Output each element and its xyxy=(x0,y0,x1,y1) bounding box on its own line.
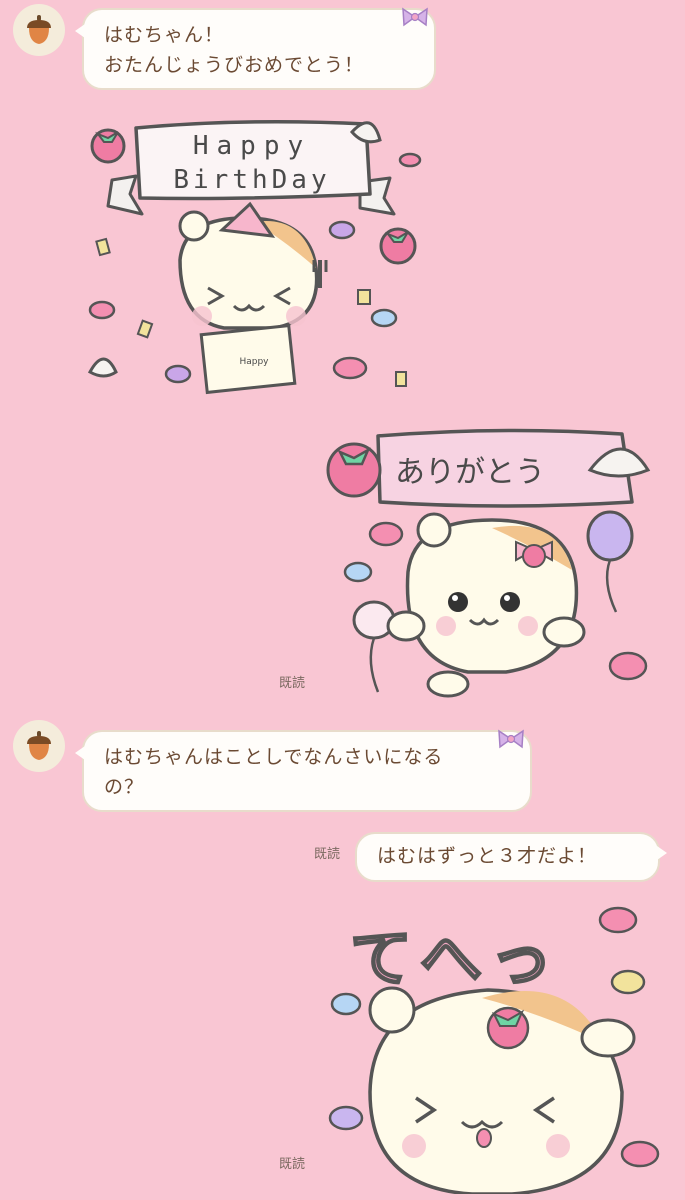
hamster-character xyxy=(386,512,586,698)
card-text: Happy xyxy=(239,357,269,367)
read-receipt: 既読 xyxy=(279,676,306,691)
avatar-acorn[interactable] xyxy=(13,4,65,56)
message-line: おたんじょうびおめでとう！ xyxy=(104,54,365,76)
banner-text-arigatou: ありがとう xyxy=(395,455,545,490)
message-bubble-birthday[interactable]: はむちゃん！ おたんじょうびおめでとう！ xyxy=(75,7,436,90)
read-receipt: 既読 xyxy=(279,1157,306,1172)
message-line: はむちゃんはことしでなんさいになる xyxy=(104,746,444,768)
birthday-banner: Happy BirthDay xyxy=(106,120,396,216)
message-bubble-age-question[interactable]: はむちゃんはことしでなんさいになる の？ xyxy=(75,729,532,812)
message-line: の？ xyxy=(104,776,145,798)
ribbon-bow-icon xyxy=(498,729,524,749)
hamster-character xyxy=(368,986,636,1194)
avatar-acorn[interactable] xyxy=(13,720,65,772)
read-receipt: 既読 xyxy=(314,847,341,862)
tomato-icon xyxy=(90,128,126,164)
bubble-tail xyxy=(657,846,667,860)
message-bubble-reply[interactable]: はむはずっと３才だよ！ xyxy=(355,832,667,882)
message-line: はむはずっと３才だよ！ xyxy=(377,845,598,867)
message-line: はむちゃん！ xyxy=(104,24,225,46)
sticker-tehe[interactable]: てへっ xyxy=(322,902,670,1194)
tomato-icon xyxy=(379,227,417,265)
sticker-happy-birthday[interactable]: Happy BirthDay Happy xyxy=(84,110,429,400)
acorn-icon xyxy=(27,731,51,760)
banner-text-birthday: BirthDay xyxy=(173,165,330,195)
hamster-character: Happy xyxy=(178,201,328,395)
sticker-title-tehe: てへっ xyxy=(350,922,560,995)
acorn-icon xyxy=(27,15,51,44)
ribbon-bow-icon xyxy=(402,7,428,27)
sticker-thank-you[interactable]: ありがとう xyxy=(322,422,662,707)
banner-text-happy: Happy xyxy=(193,131,311,161)
tomato-icon xyxy=(326,442,382,498)
bubble-tail xyxy=(75,24,85,38)
bubble-tail xyxy=(75,746,85,760)
